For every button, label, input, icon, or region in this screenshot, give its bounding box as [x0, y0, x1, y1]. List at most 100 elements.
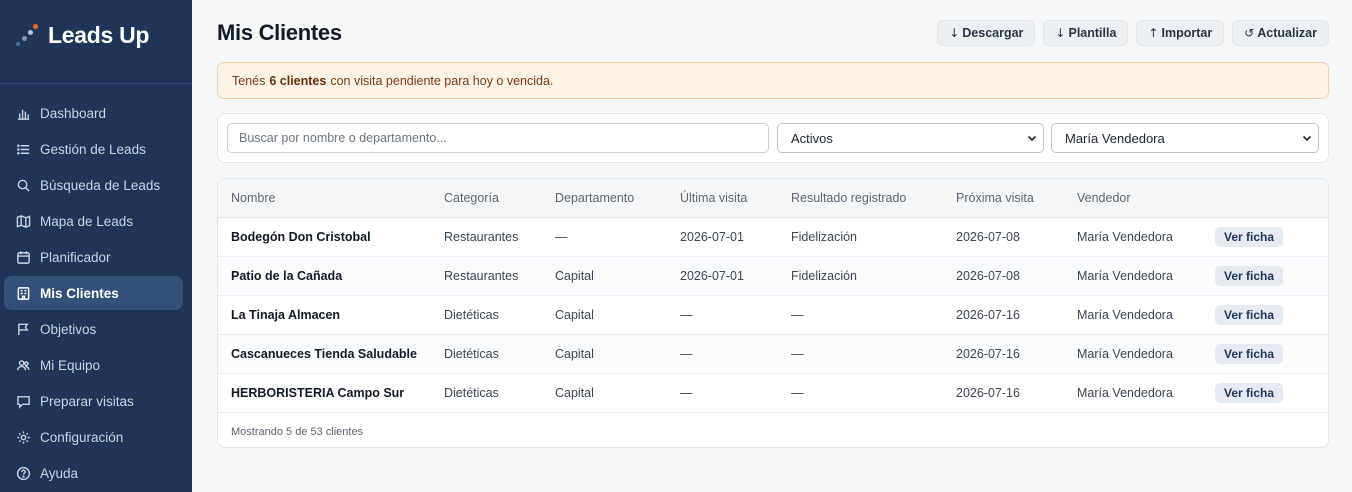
sidebar-item-label: Objetivos	[40, 321, 97, 337]
table-cell: Capital	[555, 268, 594, 283]
view-record-button[interactable]: Ver ficha	[1215, 304, 1284, 325]
alert-count: 6 clientes	[269, 73, 327, 88]
table-cell: Dietéticas	[444, 346, 499, 361]
search-input[interactable]	[227, 123, 769, 153]
client-name: Patio de la Cañada	[231, 268, 343, 283]
sidebar-nav: Dashboard Gestión de Leads Búsqueda de Lea…	[0, 84, 192, 490]
table-body: Bodegón Don Cristobal Restaurantes — 2026-0…	[218, 217, 1328, 412]
brand-name: Leads Up	[48, 22, 150, 48]
arrow-down-icon: ↓	[1055, 26, 1066, 40]
table-cell: —	[555, 229, 568, 244]
arrow-down-icon: ↓	[949, 26, 960, 40]
main-content: Mis Clientes ↓ Descargar ↓ Plantilla ↑ Impo…	[192, 0, 1352, 492]
table-cell: Restaurantes	[444, 268, 519, 283]
search-icon	[15, 177, 31, 193]
sidebar-item-mis-clientes[interactable]: Mis Clientes	[4, 276, 183, 310]
table-cell: 2026-07-16	[956, 385, 1020, 400]
table-cell: —	[680, 385, 693, 400]
sidebar-item-label: Búsqueda de Leads	[40, 177, 161, 193]
view-record-button[interactable]: Ver ficha	[1215, 226, 1284, 247]
sidebar-item-mapa-de-leads[interactable]: Mapa de Leads	[4, 204, 183, 238]
sidebar-item-dashboard[interactable]: Dashboard	[4, 96, 183, 130]
sidebar-item-gestión-de-leads[interactable]: Gestión de Leads	[4, 132, 183, 166]
sidebar-item-objetivos[interactable]: Objetivos	[4, 312, 183, 346]
list-icon	[15, 141, 31, 157]
download-label: Descargar	[962, 26, 1024, 40]
arrow-up-icon: ↑	[1148, 26, 1159, 40]
table-row: HERBORISTERIA Campo Sur Dietéticas Capital…	[218, 373, 1328, 412]
sidebar-item-label: Preparar visitas	[40, 393, 134, 409]
column-header: Última visita	[680, 179, 791, 218]
view-record-button[interactable]: Ver ficha	[1215, 265, 1284, 286]
column-header	[1215, 179, 1328, 218]
table-row: Bodegón Don Cristobal Restaurantes — 2026-0…	[218, 217, 1328, 256]
refresh-icon: ↺	[1244, 26, 1255, 40]
logo-icon	[14, 23, 40, 49]
client-name: Bodegón Don Cristobal	[231, 229, 371, 244]
template-label: Plantilla	[1068, 26, 1117, 40]
import-button[interactable]: ↑ Importar	[1136, 20, 1225, 46]
template-button[interactable]: ↓ Plantilla	[1043, 20, 1129, 46]
table-row: La Tinaja Almacen Dietéticas Capital — — 2026…	[218, 295, 1328, 334]
sidebar-item-label: Gestión de Leads	[40, 141, 146, 157]
table-cell: 2026-07-16	[956, 346, 1020, 361]
table-cell: Fidelización	[791, 268, 858, 283]
table-cell: Dietéticas	[444, 307, 499, 322]
table-cell: —	[680, 307, 693, 322]
sidebar-item-label: Ayuda	[40, 465, 79, 481]
table-cell: Capital	[555, 346, 594, 361]
flag-icon	[15, 321, 31, 337]
table-cell: Capital	[555, 385, 594, 400]
status-select-value: Activos	[791, 130, 833, 146]
table-cell: 2026-07-01	[680, 229, 744, 244]
table-cell: —	[680, 346, 693, 361]
pending-visits-alert: Tenés 6 clientes con visita pendiente pa…	[217, 62, 1329, 99]
sidebar-item-label: Mi Equipo	[40, 357, 101, 373]
status-select[interactable]: Activos	[777, 123, 1044, 153]
sidebar-item-label: Planificador	[40, 249, 111, 265]
seller-select[interactable]: María Vendedora	[1051, 123, 1319, 153]
sidebar-item-planificador[interactable]: Planificador	[4, 240, 183, 274]
refresh-button[interactable]: ↺ Actualizar	[1232, 20, 1329, 46]
table-cell: 2026-07-08	[956, 268, 1020, 283]
calendar-icon	[15, 249, 31, 265]
page-title: Mis Clientes	[217, 20, 342, 45]
sidebar-item-label: Mapa de Leads	[40, 213, 134, 229]
table-cell: María Vendedora	[1077, 229, 1173, 244]
table-row: Patio de la Cañada Restaurantes Capital 202…	[218, 256, 1328, 295]
column-header: Categoría	[444, 179, 555, 218]
clients-table-card: Nombre Categoría Departamento Última visita…	[217, 178, 1329, 448]
toolbar: ↓ Descargar ↓ Plantilla ↑ Importar ↺ Actuali…	[937, 20, 1329, 46]
building-icon	[15, 285, 31, 301]
download-button[interactable]: ↓ Descargar	[937, 20, 1036, 46]
client-name: HERBORISTERIA Campo Sur	[231, 385, 405, 400]
table-cell: 2026-07-01	[680, 268, 744, 283]
team-icon	[15, 357, 31, 373]
table-cell: —	[791, 307, 804, 322]
sidebar-item-configuración[interactable]: Configuración	[4, 420, 183, 454]
table-cell: María Vendedora	[1077, 385, 1173, 400]
table-cell: 2026-07-08	[956, 229, 1020, 244]
alert-prefix: Tenés	[232, 73, 266, 88]
seller-select-value: María Vendedora	[1065, 130, 1165, 146]
view-record-button[interactable]: Ver ficha	[1215, 382, 1284, 403]
column-header: Próxima visita	[956, 179, 1077, 218]
chevron-down-icon	[1027, 135, 1037, 142]
sidebar-item-preparar-visitas[interactable]: Preparar visitas	[4, 384, 183, 418]
table-cell: —	[791, 385, 804, 400]
table-cell: María Vendedora	[1077, 268, 1173, 283]
sidebar-item-mi-equipo[interactable]: Mi Equipo	[4, 348, 183, 382]
sidebar-item-búsqueda-de-leads[interactable]: Búsqueda de Leads	[4, 168, 183, 202]
table-cell: 2026-07-16	[956, 307, 1020, 322]
sidebar-item-ayuda[interactable]: Ayuda	[4, 456, 183, 490]
sidebar: Leads Up Dashboard Gestión de Leads Búsque…	[0, 0, 192, 492]
table-header-row: Nombre Categoría Departamento Última visita…	[218, 179, 1328, 218]
table-cell: Fidelización	[791, 229, 858, 244]
brand[interactable]: Leads Up	[0, 0, 192, 84]
table-cell: —	[791, 346, 804, 361]
bar-chart-icon	[15, 105, 31, 121]
import-label: Importar	[1161, 26, 1213, 40]
view-record-button[interactable]: Ver ficha	[1215, 343, 1284, 364]
gear-icon	[15, 429, 31, 445]
table-cell: Dietéticas	[444, 385, 499, 400]
